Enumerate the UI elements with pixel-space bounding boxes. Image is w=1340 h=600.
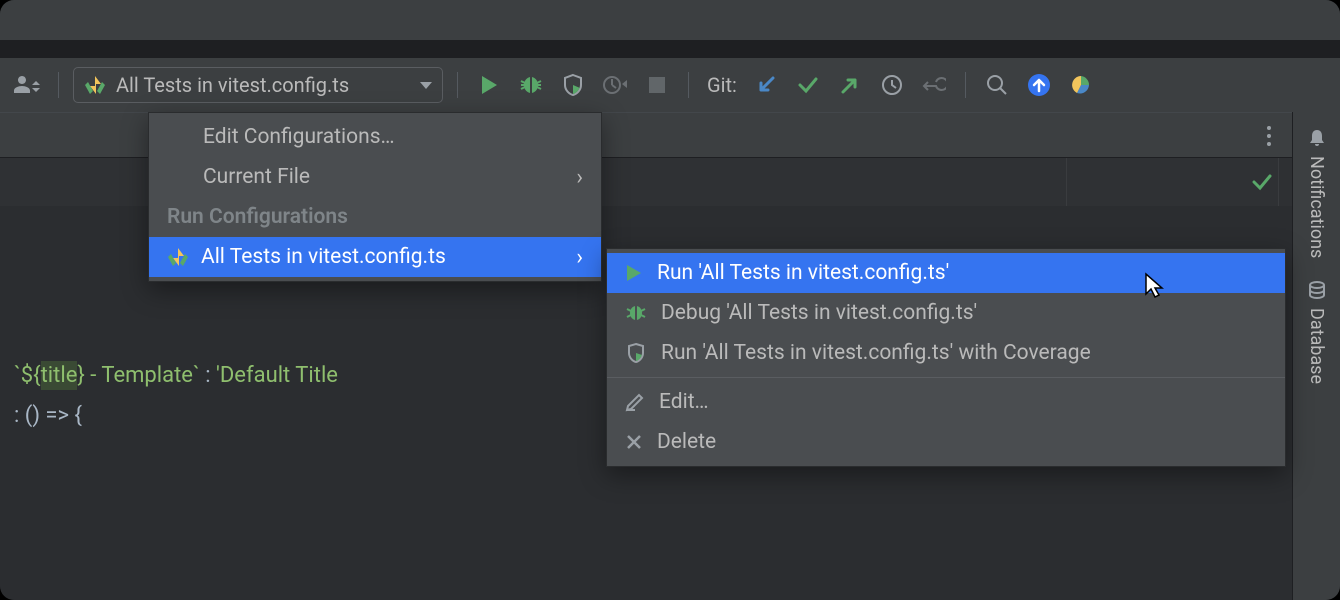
run-button[interactable] [472,68,506,102]
database-tool-button[interactable]: Database [1306,280,1327,384]
menu-label: Run Configurations [167,205,348,229]
menu-divider [607,377,1285,378]
toolbar-separator [58,72,59,98]
git-commit-button[interactable] [791,68,825,102]
vitest-icon [167,246,189,268]
toolbar-separator [688,72,689,98]
right-tool-stripe: Notifications Database [1292,112,1340,600]
vitest-icon [84,74,106,96]
chevron-down-icon [420,82,432,89]
menu-current-file[interactable]: Current File › [149,157,601,197]
inspection-ok-icon[interactable] [1250,172,1274,192]
menu-label: Run 'All Tests in vitest.config.ts' with… [661,341,1091,365]
run-config-dropdown: Edit Configurations… Current File › Run … [148,112,602,282]
search-everywhere-button[interactable] [980,68,1014,102]
menu-label: Current File [203,165,310,189]
code-text: title [41,361,78,390]
notifications-label: Notifications [1306,156,1327,258]
toolbar-separator [457,72,458,98]
menu-run-config-item[interactable]: All Tests in vitest.config.ts › [149,237,601,277]
close-icon [625,433,643,451]
toolbar-separator [965,72,966,98]
git-label: Git: [707,73,737,97]
menu-label: Run 'All Tests in vitest.config.ts' [657,261,949,285]
menu-label: Debug 'All Tests in vitest.config.ts' [661,301,977,325]
menu-label: Delete [657,430,716,454]
git-rollback-button[interactable] [917,68,951,102]
run-icon [625,263,643,283]
tab-more-icon[interactable] [1256,123,1282,149]
submenu-delete[interactable]: Delete [607,422,1285,462]
menu-label: Edit… [659,390,709,414]
code-text: : [205,363,216,388]
git-history-button[interactable] [875,68,909,102]
menu-label: Edit Configurations… [203,125,395,149]
menu-section-header: Run Configurations [149,197,601,237]
ide-services-button[interactable] [1064,68,1098,102]
chevron-right-icon: › [576,165,583,190]
submenu-coverage[interactable]: Run 'All Tests in vitest.config.ts' with… [607,333,1285,373]
database-label: Database [1306,308,1327,384]
stop-button[interactable] [640,68,674,102]
notifications-tool-button[interactable]: Notifications [1306,128,1327,258]
code-text: } - Template` [77,363,205,388]
coverage-icon [625,342,647,364]
menu-label: All Tests in vitest.config.ts [201,245,446,269]
debug-button[interactable] [514,68,548,102]
run-config-selector[interactable]: All Tests in vitest.config.ts [73,67,443,103]
edit-icon [625,392,645,412]
window-titlebar [0,0,1340,40]
code-with-me-icon[interactable] [10,68,44,102]
main-toolbar: All Tests in vitest.config.ts Git: [0,58,1340,112]
debug-icon [625,303,647,323]
code-text: `${ [14,363,41,388]
submenu-debug[interactable]: Debug 'All Tests in vitest.config.ts' [607,293,1285,333]
chevron-right-icon: › [576,245,583,270]
submenu-edit[interactable]: Edit… [607,382,1285,422]
sync-button[interactable] [1022,68,1056,102]
git-update-button[interactable] [749,68,783,102]
git-push-button[interactable] [833,68,867,102]
menu-edit-configurations[interactable]: Edit Configurations… [149,117,601,157]
coverage-button[interactable] [556,68,590,102]
submenu-run[interactable]: Run 'All Tests in vitest.config.ts' [607,253,1285,293]
run-config-label: All Tests in vitest.config.ts [116,73,349,97]
ide-window: All Tests in vitest.config.ts Git: [0,0,1340,600]
code-text: 'Default Title [216,363,338,388]
run-config-submenu: Run 'All Tests in vitest.config.ts' Debu… [606,248,1286,467]
profiler-button[interactable] [598,68,632,102]
